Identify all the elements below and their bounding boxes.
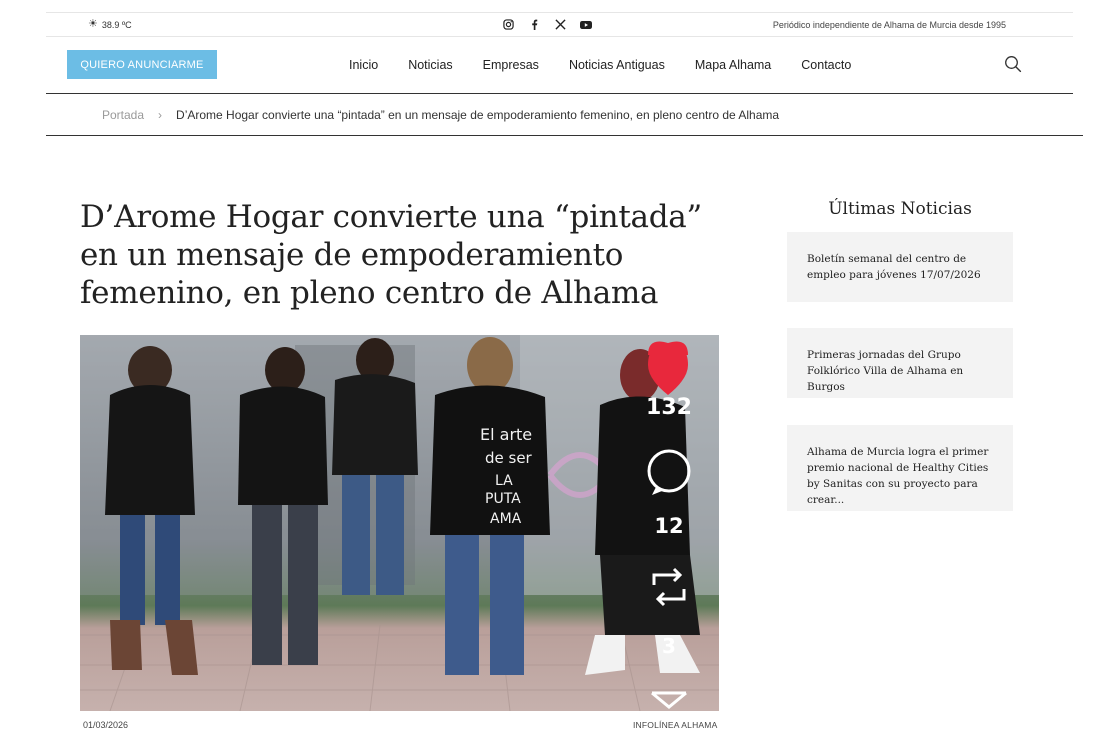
svg-text:de ser: de ser — [485, 449, 533, 467]
facebook-icon[interactable] — [528, 19, 540, 31]
nav-item-noticias-antiguas[interactable]: Noticias Antiguas — [569, 58, 665, 72]
nav-item-contacto[interactable]: Contacto — [801, 58, 851, 72]
breadcrumb-separator: › — [158, 107, 163, 122]
main-nav: QUIERO ANUNCIARME Inicio Noticias Empres… — [46, 37, 1073, 94]
nav-item-mapa-alhama[interactable]: Mapa Alhama — [695, 58, 771, 72]
hero-photo-illustration: El arte de ser LA PUTA AMA 132 12 3 — [80, 335, 719, 711]
weather-widget: ☀ 38.9 ºC — [88, 19, 132, 30]
svg-text:PUTA: PUTA — [485, 491, 521, 507]
reposts-count: 3 — [662, 634, 676, 658]
breadcrumb-current: D’Arome Hogar convierte una “pintada” en… — [176, 107, 780, 122]
advertise-button[interactable]: QUIERO ANUNCIARME — [67, 50, 217, 79]
svg-text:El arte: El arte — [480, 425, 532, 444]
nav-item-noticias[interactable]: Noticias — [408, 58, 452, 72]
article-title: D’Arome Hogar convierte una “pintada” en… — [80, 199, 702, 311]
svg-text:LA: LA — [495, 473, 513, 489]
x-icon[interactable] — [554, 19, 566, 31]
nav-item-inicio[interactable]: Inicio — [349, 58, 378, 72]
news-card[interactable]: Primeras jornadas del Grupo Folklórico V… — [787, 328, 1013, 398]
article-author[interactable]: INFOLÍNEA ALHAMA — [633, 720, 717, 730]
breadcrumb-home-link[interactable]: Portada — [102, 108, 144, 122]
site-tagline: Periódico independiente de Alhama de Mur… — [772, 19, 1006, 30]
youtube-icon[interactable] — [580, 19, 592, 31]
social-links — [502, 19, 592, 31]
article-date: 01/03/2026 — [83, 720, 129, 730]
likes-count: 132 — [646, 395, 692, 420]
news-card[interactable]: Boletín semanal del centro de empleo par… — [787, 232, 1013, 302]
news-card[interactable]: Alhama de Murcia logra el primer premio … — [787, 425, 1013, 511]
comments-count: 12 — [654, 514, 683, 538]
nav-item-empresas[interactable]: Empresas — [483, 58, 539, 72]
temperature: 38.9 ºC — [101, 19, 132, 30]
nav-menu: Inicio Noticias Empresas Noticias Antigu… — [349, 37, 851, 93]
svg-text:AMA: AMA — [490, 511, 522, 527]
sun-icon: ☀ — [88, 18, 98, 30]
article-hero-image[interactable]: El arte de ser LA PUTA AMA 132 12 3 — [80, 335, 719, 711]
search-icon[interactable] — [1004, 55, 1022, 73]
breadcrumb: Portada › D’Arome Hogar convierte una “p… — [46, 94, 1083, 136]
instagram-icon[interactable] — [502, 19, 514, 31]
top-bar: ☀ 38.9 ºC Periódico independiente de Alh… — [46, 12, 1073, 37]
latest-news-title: Últimas Noticias — [828, 199, 972, 219]
